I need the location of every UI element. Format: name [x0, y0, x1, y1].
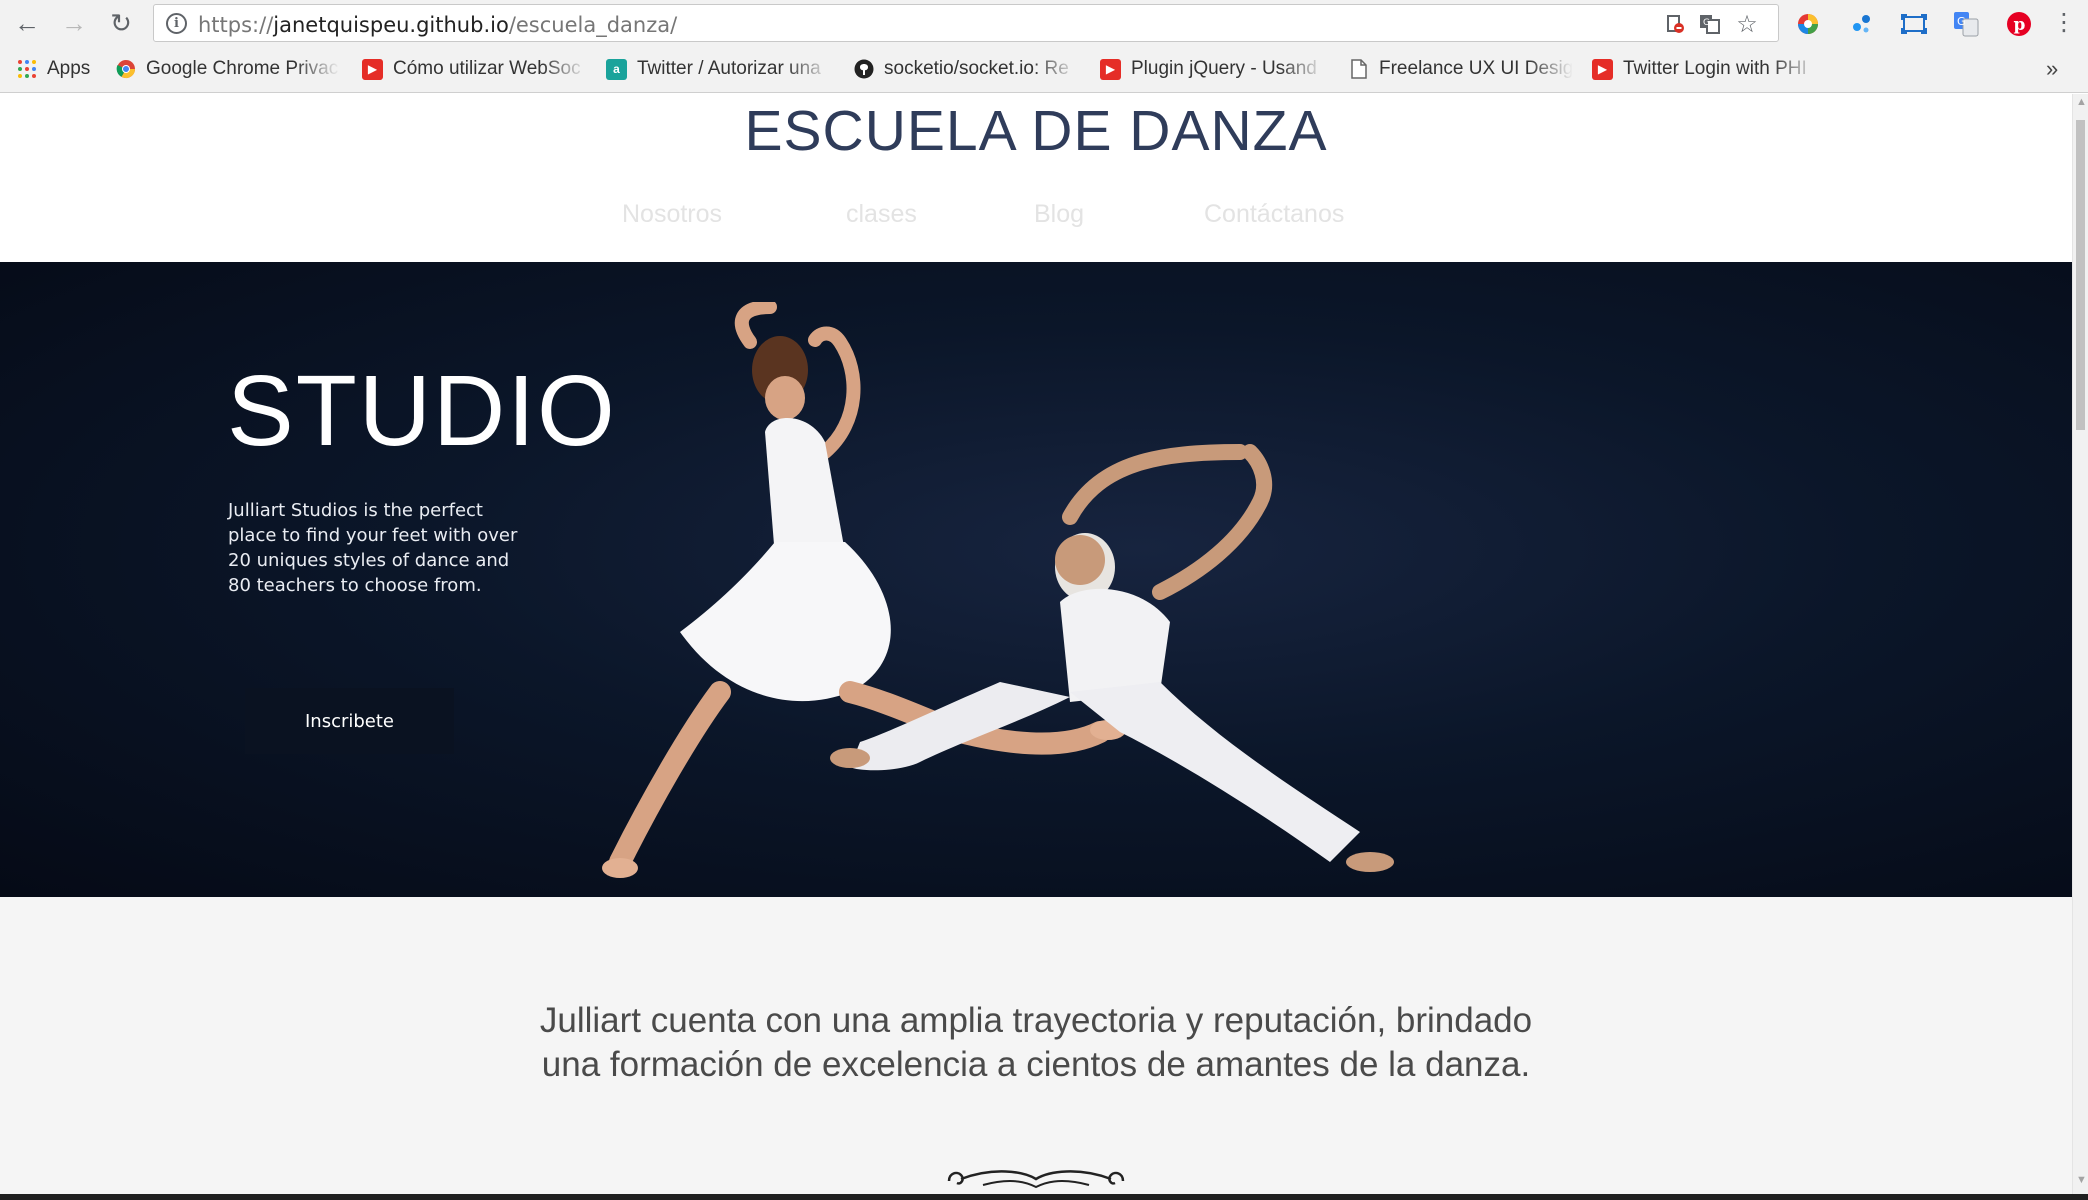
bookmark-label: Twitter Login with PHI	[1623, 58, 1807, 79]
hero-title: STUDIO	[227, 355, 617, 467]
nav-link-clases[interactable]: clases	[846, 200, 917, 229]
site-title: ESCUELA DE DANZA	[744, 99, 1328, 163]
pinterest-extension-icon[interactable]: p	[2005, 10, 2033, 38]
google-translate-extension-icon[interactable]: G	[1952, 10, 1980, 38]
bookmarks-bar: Apps Google Chrome Privac ▶ Cómo utiliza…	[0, 52, 2088, 86]
browser-menu-icon[interactable]: ⋮	[2052, 8, 2076, 38]
hero-description: Julliart Studios is the perfect place to…	[228, 500, 518, 596]
dancer-woman	[602, 302, 1126, 878]
dancers-image	[602, 302, 1394, 878]
scroll-up-arrow-icon[interactable]: ▲	[2076, 96, 2087, 108]
site-nav: Nosotros clases Blog Contáctanos	[0, 200, 2072, 240]
youtube-icon: ▶	[362, 58, 383, 80]
bookmark-apps[interactable]: Apps	[16, 52, 101, 86]
url-host: janetquispeu.github.io	[273, 13, 509, 37]
about-line-2: una formación de excelencia a cientos de…	[541, 1045, 1531, 1084]
youtube-icon: ▶	[1100, 58, 1121, 80]
github-icon	[853, 59, 874, 80]
bookmark-label: Freelance UX UI Desig	[1379, 58, 1573, 79]
youtube-icon: ▶	[1592, 58, 1613, 80]
svg-text:p: p	[2014, 15, 2026, 35]
bookmark-item[interactable]: Google Chrome Privac	[115, 52, 340, 86]
chrome-icon	[115, 59, 136, 80]
apps-grid-icon	[16, 59, 37, 80]
forward-button[interactable]: →	[57, 6, 91, 40]
bookmark-item[interactable]: ▶ Plugin jQuery - Usand	[1100, 52, 1325, 86]
svg-text:G: G	[1703, 18, 1710, 28]
hero-banner: STUDIO Julliart Studios is the perfect p…	[0, 262, 2072, 897]
vertical-scrollbar[interactable]: ▲ ▼	[2072, 94, 2088, 1194]
bookmark-label: Plugin jQuery - Usand	[1131, 58, 1317, 79]
translate-icon[interactable]: G	[1699, 13, 1721, 35]
nav-link-contactanos[interactable]: Contáctanos	[1204, 200, 1344, 229]
page-viewport: ESCUELA DE DANZA Nosotros clases Blog Co…	[0, 94, 2072, 1194]
document-icon	[1348, 59, 1369, 80]
back-button[interactable]: ←	[10, 6, 44, 40]
scroll-down-arrow-icon[interactable]: ▼	[2076, 1174, 2087, 1186]
bookmarks-overflow-button[interactable]: »	[2046, 52, 2058, 86]
inscribete-button[interactable]: Inscribete	[245, 688, 454, 754]
reload-button[interactable]: ↻	[104, 6, 138, 40]
bookmark-item[interactable]: ▶ Cómo utilizar WebSoc	[362, 52, 587, 86]
dancer-man	[830, 444, 1394, 872]
about-section: Julliart cuenta con una amplia trayector…	[0, 897, 2072, 1194]
svg-text:G: G	[1957, 15, 1966, 28]
bookmark-label: Google Chrome Privac	[146, 58, 339, 79]
bookmark-star-icon[interactable]: ☆	[1736, 11, 1758, 38]
ornament-divider-icon	[947, 1170, 1125, 1189]
browser-toolbar: ← → ↻ i https://janetquispeu.github.io/e…	[0, 0, 2088, 47]
site-info-icon[interactable]: i	[166, 13, 187, 34]
scrollbar-thumb[interactable]	[2076, 120, 2085, 430]
taskbar-strip	[0, 1194, 2088, 1200]
bookmark-label: Apps	[47, 58, 91, 79]
nav-link-blog[interactable]: Blog	[1034, 200, 1084, 229]
browser-chrome: ← → ↻ i https://janetquispeu.github.io/e…	[0, 0, 2088, 93]
site-header: ESCUELA DE DANZA Nosotros clases Blog Co…	[0, 94, 2072, 262]
dots-extension-icon[interactable]	[1847, 10, 1875, 38]
screenshot-extension-icon[interactable]	[1900, 10, 1928, 38]
bookmark-label: Cómo utilizar WebSoc	[393, 58, 581, 79]
nav-link-nosotros[interactable]: Nosotros	[622, 200, 722, 229]
bookmark-label: socketio/socket.io: Re	[884, 58, 1069, 79]
bookmark-item[interactable]: ▶ Twitter Login with PHI	[1592, 52, 1817, 86]
about-line-1: Julliart cuenta con una amplia trayector…	[539, 1001, 1533, 1040]
blocked-icon[interactable]	[1664, 13, 1686, 35]
about-text: Julliart cuenta con una amplia trayector…	[0, 999, 2072, 1087]
url-scheme: https://	[198, 13, 274, 37]
bookmark-item[interactable]: a Twitter / Autorizar una	[606, 52, 831, 86]
color-wheel-extension-icon[interactable]	[1794, 10, 1822, 38]
address-bar[interactable]: i https://janetquispeu.github.io/escuela…	[153, 4, 1779, 42]
bookmark-label: Twitter / Autorizar una	[637, 58, 821, 79]
bookmark-item[interactable]: socketio/socket.io: Re	[853, 52, 1078, 86]
url-text[interactable]: https://janetquispeu.github.io/escuela_d…	[198, 13, 677, 37]
url-path: /escuela_danza/	[508, 13, 678, 37]
page-icon: a	[606, 58, 627, 80]
bookmark-item[interactable]: Freelance UX UI Desig	[1348, 52, 1573, 86]
